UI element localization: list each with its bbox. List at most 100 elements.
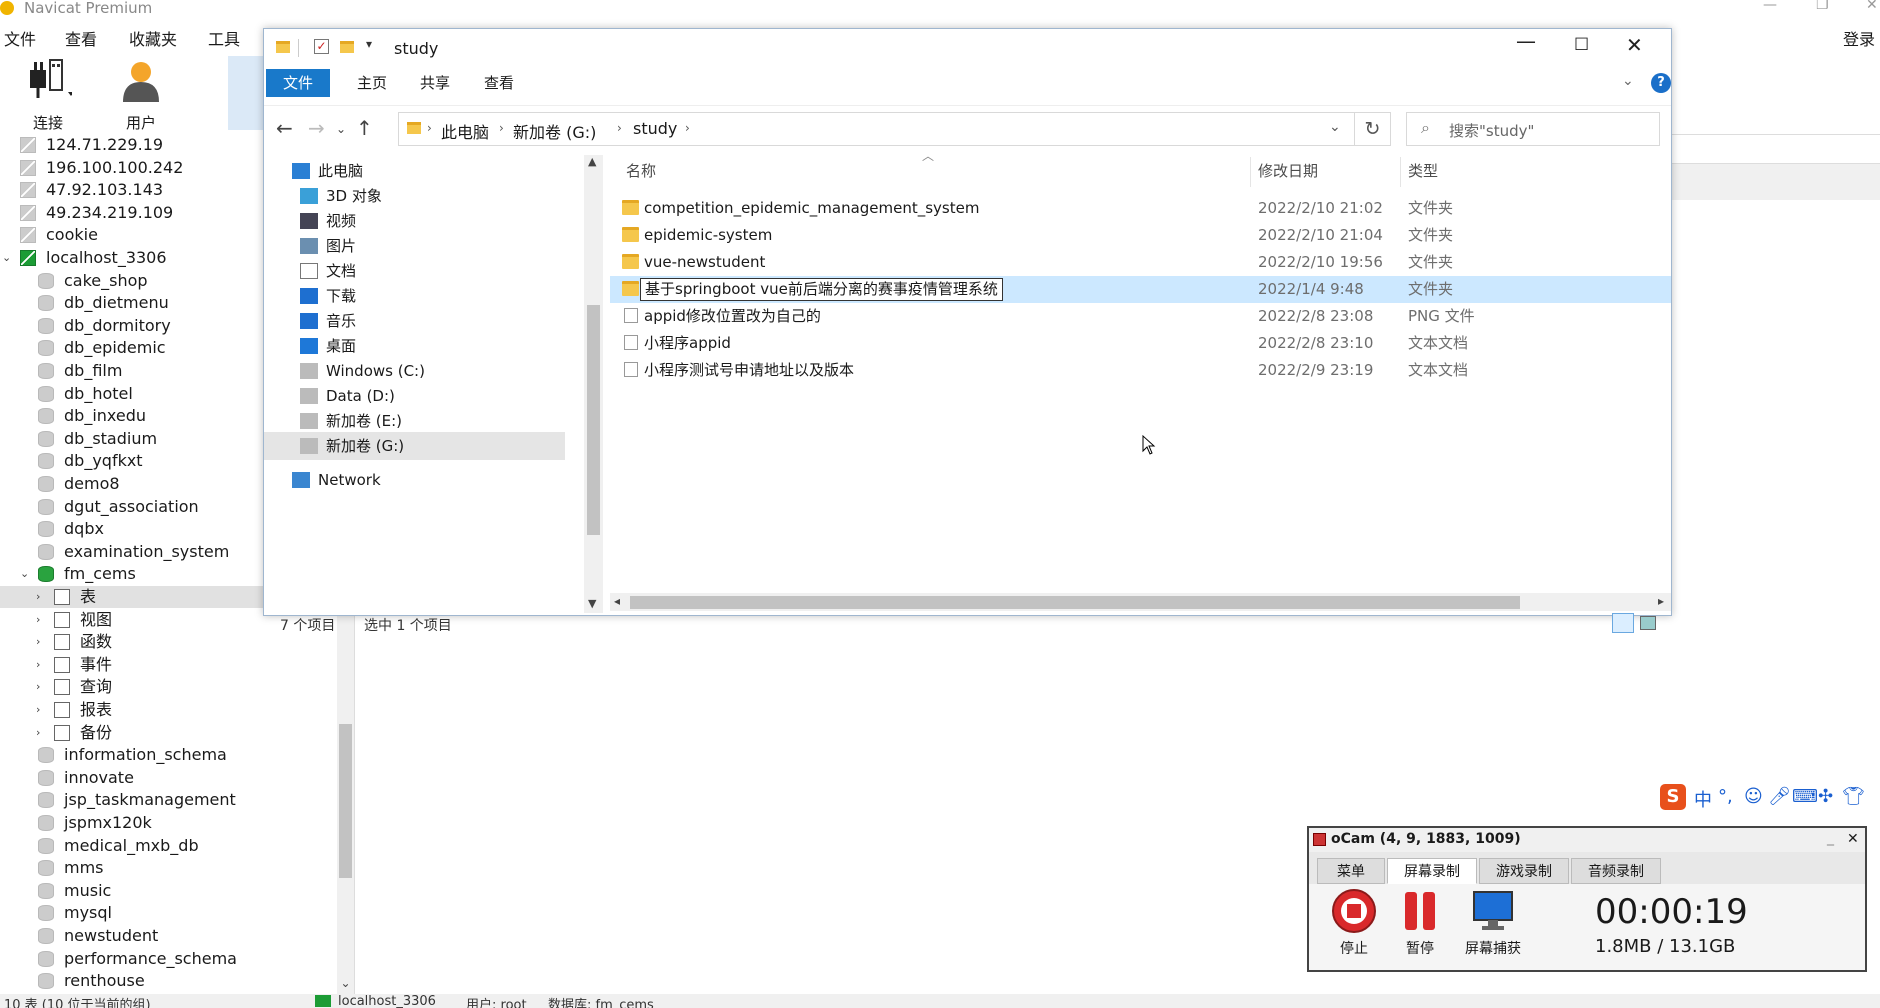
- expand-chevron-icon[interactable]: ›: [36, 586, 40, 608]
- tree-item[interactable]: › 事件: [0, 654, 337, 676]
- quick-access-dropdown-icon[interactable]: ▾: [366, 37, 372, 51]
- microphone-icon[interactable]: 🎤︎: [1768, 786, 1791, 807]
- tree-item[interactable]: › 报表: [0, 699, 337, 721]
- stop-button[interactable]: 停止: [1329, 888, 1379, 958]
- forward-arrow-icon[interactable]: →: [308, 116, 325, 140]
- punctuation-icon[interactable]: °,: [1718, 786, 1733, 807]
- breadcrumb-this-pc[interactable]: 此电脑: [441, 119, 489, 143]
- refresh-button[interactable]: ↻: [1355, 112, 1391, 146]
- breadcrumb-chevron[interactable]: ›: [685, 121, 690, 135]
- tree-item[interactable]: innovate: [0, 767, 337, 789]
- scroll-down-icon[interactable]: ▼: [588, 597, 596, 610]
- column-header-date[interactable]: 修改日期: [1258, 153, 1318, 189]
- ribbon-tab-share[interactable]: 共享: [407, 69, 463, 97]
- help-icon[interactable]: ?: [1651, 73, 1671, 93]
- sogou-logo-icon[interactable]: S: [1660, 784, 1686, 810]
- restore-icon[interactable]: ❐: [1816, 0, 1829, 13]
- file-row[interactable]: 基于springboot vue前后端分离的赛事疫情管理系统 2022/1/4 9…: [610, 276, 1671, 303]
- breadcrumb-study[interactable]: study: [633, 119, 677, 138]
- nav-item[interactable]: 音乐: [264, 307, 565, 335]
- emoji-icon[interactable]: ☺: [1744, 786, 1763, 807]
- expand-chevron-icon[interactable]: ›: [36, 609, 40, 631]
- column-divider[interactable]: [1400, 157, 1401, 187]
- ocam-close-icon[interactable]: ✕: [1847, 831, 1859, 847]
- nav-scroll-thumb[interactable]: [587, 305, 600, 535]
- address-dropdown-icon[interactable]: ⌄: [1329, 119, 1341, 135]
- breadcrumb-drive-g[interactable]: 新加卷 (G:): [513, 119, 596, 143]
- expand-chevron-icon[interactable]: ›: [36, 676, 40, 698]
- nav-item[interactable]: 桌面: [264, 332, 565, 360]
- nav-item[interactable]: 新加卷 (G:): [264, 432, 565, 460]
- horizontal-scrollbar[interactable]: ◂ ▸: [610, 593, 1671, 611]
- tree-item[interactable]: newstudent: [0, 925, 337, 947]
- tree-item[interactable]: medical_mxb_db: [0, 835, 337, 857]
- tree-scroll-down-icon[interactable]: ⌄: [337, 976, 354, 994]
- address-bar[interactable]: › 此电脑 › 新加卷 (G:) › study › ⌄: [398, 112, 1355, 146]
- skin-icon[interactable]: 👕︎: [1842, 786, 1865, 807]
- ribbon-tab-file[interactable]: 文件: [266, 69, 330, 97]
- ribbon-tab-home[interactable]: 主页: [344, 69, 400, 97]
- column-divider[interactable]: [1250, 157, 1251, 187]
- nav-item[interactable]: Windows (C:): [264, 357, 565, 385]
- nav-item[interactable]: 3D 对象: [264, 182, 565, 210]
- ribbon-tab-view[interactable]: 查看: [471, 69, 527, 97]
- close-icon[interactable]: ✕: [1866, 0, 1878, 13]
- collapse-chevron-icon[interactable]: ⌄: [2, 247, 11, 269]
- breadcrumb-chevron[interactable]: ›: [617, 121, 622, 135]
- expand-chevron-icon[interactable]: ›: [36, 699, 40, 721]
- menu-tools[interactable]: 工具: [208, 26, 240, 50]
- file-row[interactable]: 小程序appid 2022/2/8 23:10 文本文档: [610, 330, 1671, 357]
- tree-item[interactable]: › 备份: [0, 722, 337, 744]
- large-icons-view-icon[interactable]: [1640, 616, 1656, 630]
- up-arrow-icon[interactable]: ↑: [356, 116, 373, 140]
- file-row[interactable]: appid修改位置改为自己的 2022/2/8 23:08 PNG 文件: [610, 303, 1671, 330]
- details-view-icon[interactable]: [1612, 613, 1634, 633]
- toolbar-selected-tab[interactable]: [228, 56, 268, 130]
- expand-ribbon-icon[interactable]: ⌄: [1622, 73, 1634, 89]
- maximize-icon[interactable]: ☐: [1574, 35, 1589, 55]
- column-header-type[interactable]: 类型: [1408, 153, 1438, 189]
- tree-item[interactable]: jspmx120k: [0, 812, 337, 834]
- keyboard-icon[interactable]: ⌨: [1792, 786, 1818, 807]
- file-row[interactable]: 小程序测试号申请地址以及版本 2022/2/9 23:19 文本文档: [610, 357, 1671, 384]
- scroll-left-icon[interactable]: ◂: [614, 594, 620, 608]
- nav-item[interactable]: 新加卷 (E:): [264, 407, 565, 435]
- scroll-up-icon[interactable]: ▲: [588, 155, 596, 168]
- file-row[interactable]: competition_epidemic_management_system 20…: [610, 195, 1671, 222]
- nav-item[interactable]: Data (D:): [264, 382, 565, 410]
- new-folder-icon[interactable]: [340, 41, 354, 53]
- breadcrumb-chevron[interactable]: ›: [427, 121, 432, 135]
- tree-item[interactable]: mms: [0, 857, 337, 879]
- expand-chevron-icon[interactable]: ›: [36, 654, 40, 676]
- nav-item[interactable]: 文档: [264, 257, 565, 285]
- recent-locations-icon[interactable]: ⌄: [336, 122, 346, 136]
- toolbox-icon[interactable]: ✣: [1818, 786, 1833, 807]
- connect-button[interactable]: 连接: [20, 58, 76, 133]
- nav-scrollbar[interactable]: ▲ ▼: [584, 155, 603, 613]
- nav-item[interactable]: 此电脑: [264, 157, 565, 185]
- menu-view[interactable]: 查看: [65, 26, 97, 50]
- tree-item[interactable]: mysql: [0, 902, 337, 924]
- minimize-icon[interactable]: —: [1516, 29, 1536, 53]
- ocam-tab-game-record[interactable]: 游戏录制: [1479, 858, 1569, 884]
- column-header-name[interactable]: 名称: [626, 153, 656, 189]
- expand-chevron-icon[interactable]: ›: [36, 722, 40, 744]
- tree-item[interactable]: jsp_taskmanagement: [0, 789, 337, 811]
- ocam-tab-screen-record[interactable]: 屏幕录制: [1387, 858, 1477, 884]
- file-row[interactable]: epidemic-system 2022/2/10 21:04 文件夹: [610, 222, 1671, 249]
- nav-item[interactable]: Network: [264, 466, 565, 494]
- menu-favorites[interactable]: 收藏夹: [129, 26, 177, 50]
- tree-scroll-thumb[interactable]: [339, 724, 352, 878]
- pause-button[interactable]: 暂停: [1395, 888, 1445, 958]
- nav-item[interactable]: 下载: [264, 282, 565, 310]
- back-arrow-icon[interactable]: ←: [276, 116, 293, 140]
- hscroll-thumb[interactable]: [630, 596, 1520, 609]
- scroll-right-icon[interactable]: ▸: [1658, 594, 1664, 608]
- tree-item[interactable]: music: [0, 880, 337, 902]
- screen-capture-button[interactable]: 屏幕捕获: [1457, 888, 1529, 958]
- ocam-minimize-icon[interactable]: _: [1827, 830, 1834, 846]
- ocam-tab-menu[interactable]: 菜单: [1317, 858, 1385, 884]
- tree-item[interactable]: › 查询: [0, 676, 337, 698]
- ocam-tab-audio-record[interactable]: 音频录制: [1571, 858, 1661, 884]
- nav-item[interactable]: 图片: [264, 232, 565, 260]
